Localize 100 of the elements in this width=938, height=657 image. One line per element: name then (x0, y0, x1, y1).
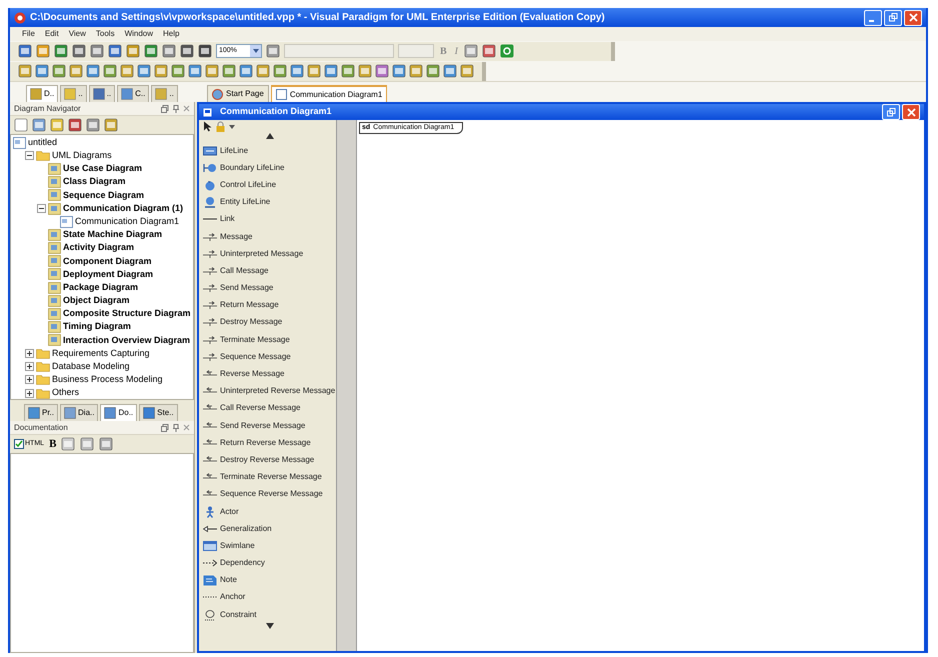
tree-item[interactable]: Composite Structure Diagram (63, 307, 191, 321)
palette-item[interactable]: Generalization (203, 520, 336, 538)
menu-item[interactable]: View (68, 28, 86, 40)
toolbar-icon[interactable] (86, 64, 100, 78)
toolbar-icon[interactable] (154, 64, 168, 78)
palette-item[interactable]: Destroy Message (203, 314, 336, 332)
toolbar-icon[interactable] (103, 64, 117, 78)
toolbar-icon[interactable] (72, 44, 86, 58)
menu-item[interactable]: Edit (44, 28, 59, 40)
palette-item[interactable]: Send Reverse Message (203, 417, 336, 434)
toolbar-icon[interactable] (409, 64, 423, 78)
palette-item[interactable]: Call Message (203, 262, 336, 280)
minimize-button[interactable] (864, 10, 882, 26)
panel-tab[interactable]: .. (60, 85, 87, 102)
palette-item[interactable]: Uninterpreted Message (203, 245, 336, 262)
palette-item[interactable]: Send Message (203, 280, 336, 297)
palette-item[interactable]: Sequence Message (203, 348, 336, 366)
toolbar-icon[interactable] (392, 64, 406, 78)
tree-item[interactable]: Communication Diagram (1) (63, 202, 184, 216)
tree-item[interactable]: Others (52, 386, 80, 399)
panel-tab[interactable]: .. (88, 85, 116, 102)
document-tab[interactable]: Start Page (207, 85, 269, 102)
toolbar-icon[interactable] (90, 44, 104, 58)
maximize-button[interactable] (882, 104, 900, 120)
scroll-down-icon[interactable] (266, 623, 274, 630)
tree-item[interactable]: Communication Diagram1 (75, 214, 180, 228)
toolbar-icon[interactable] (99, 437, 114, 451)
tree-item[interactable]: Requirements Capturing (52, 346, 150, 360)
toolbar-icon[interactable] (50, 118, 64, 132)
maximize-button[interactable] (884, 10, 902, 26)
toolbar-icon[interactable] (68, 118, 82, 132)
scroll-up-icon[interactable] (266, 133, 274, 139)
toolbar-icon[interactable] (61, 437, 76, 451)
toolbar-icon[interactable] (32, 118, 46, 132)
palette-item[interactable]: Terminate Reverse Message (203, 468, 336, 486)
pin-icon[interactable] (173, 104, 179, 112)
close-button[interactable] (902, 104, 920, 120)
palette-item[interactable]: Call Reverse Message (203, 400, 336, 417)
toolbar-icon[interactable] (239, 64, 253, 78)
tree-item[interactable]: Timing Diagram (63, 320, 131, 334)
toolbar-icon[interactable] (80, 437, 94, 451)
menu-item[interactable]: Help (163, 28, 180, 40)
tree-item[interactable]: State Machine Diagram (63, 228, 162, 242)
tree-item[interactable]: untitled (28, 136, 58, 150)
toolbar-icon[interactable] (426, 64, 440, 78)
tree-item[interactable]: Component Diagram (63, 254, 152, 268)
menu-item[interactable]: File (22, 28, 35, 40)
restore-icon[interactable] (161, 104, 169, 112)
palette-item[interactable]: Return Message (203, 296, 336, 314)
tree-item[interactable]: UML Diagrams (52, 149, 112, 163)
palette-item[interactable]: Uninterpreted Reverse Message (203, 382, 336, 400)
palette-item[interactable]: Return Reverse Message (203, 434, 336, 452)
palette-item[interactable]: Entity LifeLine (203, 194, 336, 211)
palette-item[interactable]: Message (203, 228, 336, 246)
expand-toggle[interactable] (25, 375, 34, 384)
close-icon[interactable] (183, 424, 190, 431)
collapse-toggle[interactable] (37, 204, 46, 214)
toolbar-icon[interactable] (460, 64, 474, 78)
pin-icon[interactable] (173, 424, 179, 432)
toolbar-icon[interactable] (54, 44, 68, 58)
palette-item[interactable]: Control LifeLine (203, 176, 336, 194)
toolbar-icon[interactable] (443, 64, 457, 78)
palette-item[interactable]: Swimlane (203, 537, 336, 554)
toolbar-icon[interactable] (482, 44, 496, 58)
tree-item[interactable]: Use Case Diagram (63, 162, 142, 176)
panel-tab[interactable]: Pr.. (24, 404, 58, 421)
tree-item[interactable]: Database Modeling (52, 360, 130, 374)
collapse-toggle[interactable] (25, 151, 34, 160)
tree-item[interactable]: Sequence Diagram (63, 188, 144, 202)
palette-item[interactable]: Constraint (203, 606, 336, 624)
panel-tab[interactable]: Ste.. (139, 404, 178, 421)
panel-tab[interactable]: Dia.. (60, 404, 98, 421)
expand-toggle[interactable] (25, 349, 34, 358)
palette-item[interactable]: Sequence Reverse Message (203, 486, 336, 503)
toolbar-icon[interactable] (36, 44, 50, 58)
toolbar-icon[interactable] (104, 118, 118, 132)
panel-tab[interactable]: C.. (117, 85, 150, 102)
tree-item[interactable]: Class Diagram (63, 175, 126, 189)
tree-item[interactable]: Object Diagram (63, 294, 130, 308)
close-button[interactable] (904, 10, 922, 26)
toolbar-icon[interactable] (273, 64, 287, 78)
tree-item[interactable]: Deployment Diagram (63, 268, 154, 282)
expand-toggle[interactable] (25, 388, 34, 398)
toolbar-icon[interactable] (375, 64, 389, 78)
restore-icon[interactable] (161, 424, 169, 432)
toolbar-icon[interactable] (144, 44, 158, 58)
document-tab[interactable]: Communication Diagram1 (270, 85, 388, 102)
toolbar-icon[interactable] (126, 44, 140, 58)
panel-tab[interactable]: D.. (26, 85, 58, 102)
toolbar-icon[interactable] (86, 118, 100, 132)
palette-item[interactable]: Link (203, 210, 336, 228)
panel-tab[interactable]: Do.. (100, 404, 138, 421)
pointer-icon[interactable] (203, 121, 212, 132)
bold-button[interactable]: B (49, 436, 56, 452)
palette-item[interactable]: Reverse Message (203, 365, 336, 383)
menu-item[interactable]: Window (124, 28, 154, 40)
palette-item[interactable]: Note (203, 572, 336, 589)
help-icon[interactable] (500, 44, 514, 58)
toolbar-icon[interactable] (256, 64, 270, 78)
toolbar-icon[interactable] (290, 64, 304, 78)
